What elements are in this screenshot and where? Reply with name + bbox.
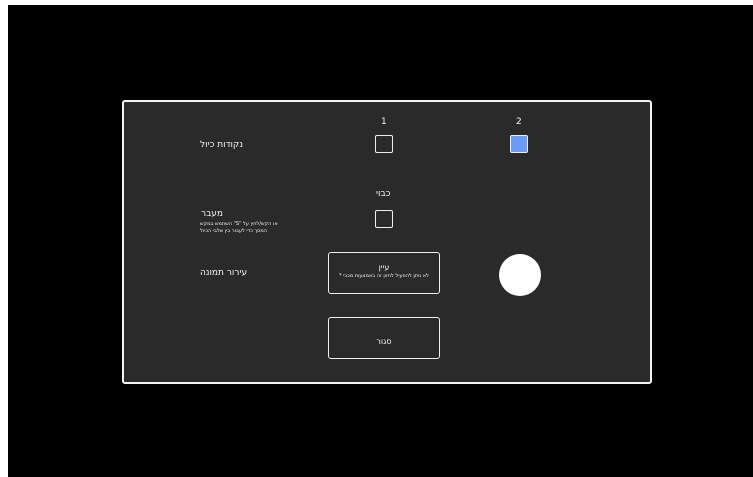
transition-checkbox[interactable] [375,210,393,228]
transition-label: מעבר [201,209,224,219]
calibration-settings-panel: 1 2 נקודות כיול כבוי מעבר או הקש/לחץ על … [122,100,652,384]
transition-instructions-line-1: או הקש/לחץ על "S" השתמש במקש [200,221,278,227]
transition-instructions: או הקש/לחץ על "S" השתמש במקש המסך כדי לע… [200,221,300,235]
calibration-point-1-checkbox[interactable] [375,135,393,153]
column-header-2: 2 [516,117,522,127]
calibration-point-2-checkbox[interactable] [510,135,528,153]
calibration-points-label: נקודות כיול [200,140,243,150]
column-header-1: 1 [381,117,387,127]
browse-button-subtitle: לא ניתן להפעיל לחזון זה באמצעות מכבי * [339,273,429,279]
image-blur-label: עירור תמונה [200,268,248,278]
transition-instructions-line-2: המסך כדי לעבור בין שלבי הכיול [200,228,268,234]
close-button-label: סגור [376,337,392,346]
off-column-header: כבוי [376,189,391,199]
browse-button[interactable]: עיין לא ניתן להפעיל לחזון זה באמצעות מכב… [328,252,440,294]
browse-button-title: עיין [378,263,390,272]
screen-background: 1 2 נקודות כיול כבוי מעבר או הקש/לחץ על … [8,5,753,477]
close-button[interactable]: סגור [328,317,440,359]
blur-preview-circle [499,254,541,296]
